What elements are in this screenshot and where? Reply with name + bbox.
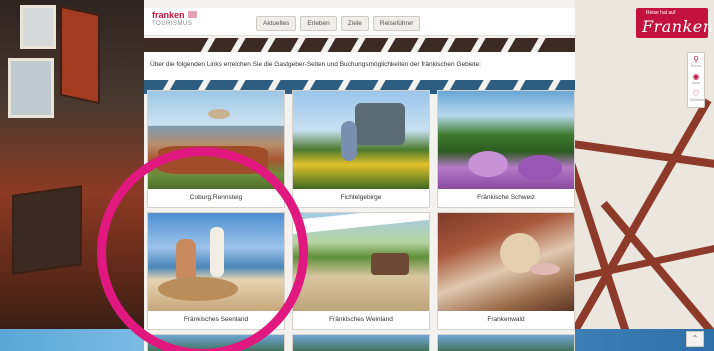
decorative-stripe	[144, 38, 575, 52]
tool-label: Karte	[691, 81, 701, 85]
site-header: franken TOURISMUS Aktuelles Erleben Ziel…	[144, 8, 575, 36]
nav-item-erleben[interactable]: Erleben	[300, 16, 337, 31]
tool-label: Suche	[691, 64, 701, 68]
region-image	[438, 335, 574, 351]
search-button[interactable]: ⚲ Suche	[690, 56, 702, 70]
tool-label: Merkliste	[690, 98, 705, 102]
region-tile-frankenwald[interactable]: Frankenwald	[437, 212, 575, 330]
search-icon: ⚲	[693, 55, 699, 64]
region-image	[293, 213, 429, 311]
region-tile-partial[interactable]	[437, 334, 575, 351]
timber-beam	[554, 98, 712, 351]
logo-mark-icon	[188, 11, 197, 18]
franken-brand-badge[interactable]: Reise hat auf Franken	[636, 8, 713, 38]
background-window	[20, 5, 56, 49]
background-shutter	[60, 5, 100, 105]
region-tile-fraenkisches-weinland[interactable]: Fränkisches Weinland	[292, 212, 430, 330]
chevron-up-icon: ⌃	[691, 334, 699, 343]
hiker-shape	[341, 121, 357, 161]
frankentourismus-logo[interactable]: franken TOURISMUS	[152, 11, 206, 33]
location-pin-icon: ◉	[692, 72, 700, 81]
region-label: Fränkische Schweiz	[438, 189, 574, 207]
nav-item-reisefuehrer[interactable]: Reiseführer	[372, 16, 421, 31]
castle-shape	[208, 109, 230, 119]
region-image	[293, 91, 429, 189]
nav-item-aktuelles[interactable]: Aktuelles	[256, 16, 297, 31]
nav-item-ziele[interactable]: Ziele	[340, 16, 369, 31]
region-label: Frankenwald	[438, 311, 574, 329]
main-nav: Aktuelles Erleben Ziele Reiseführer	[256, 16, 421, 31]
region-image	[438, 91, 574, 189]
bench-shape	[371, 253, 409, 275]
region-image	[438, 213, 574, 311]
canopy-shape	[293, 213, 429, 235]
timber-beam	[569, 139, 714, 169]
logo-subtext: TOURISMUS	[152, 21, 193, 27]
brand-name: Franken	[642, 17, 714, 36]
scroll-to-top-button[interactable]: ⌃	[686, 331, 704, 347]
favorites-button[interactable]: ♡ Merkliste	[690, 89, 705, 104]
intro-text: Über die folgenden Links erreichen Sie d…	[144, 52, 575, 80]
brand-tagline: Reise hat auf	[646, 10, 676, 16]
background-shutter	[12, 185, 82, 275]
heart-icon: ♡	[692, 89, 700, 98]
background-window	[8, 58, 54, 118]
region-label: Fichtelgebirge	[293, 189, 429, 207]
region-tile-partial[interactable]	[292, 334, 430, 351]
region-tile-fraenkische-schweiz[interactable]: Fränkische Schweiz	[437, 90, 575, 208]
flower-shape	[518, 155, 562, 181]
region-tile-fichtelgebirge[interactable]: Fichtelgebirge	[292, 90, 430, 208]
flower-shape	[468, 151, 508, 177]
region-label: Fränkisches Weinland	[293, 311, 429, 329]
tower-shape	[355, 103, 405, 145]
heart-decor-shape	[530, 263, 560, 275]
side-toolbar: ⚲ Suche ◉ Karte ♡ Merkliste	[687, 52, 705, 108]
map-button[interactable]: ◉ Karte	[690, 73, 702, 87]
region-image	[293, 335, 429, 351]
logo-text: franken	[152, 10, 185, 20]
highlight-circle-annotation	[97, 147, 308, 351]
